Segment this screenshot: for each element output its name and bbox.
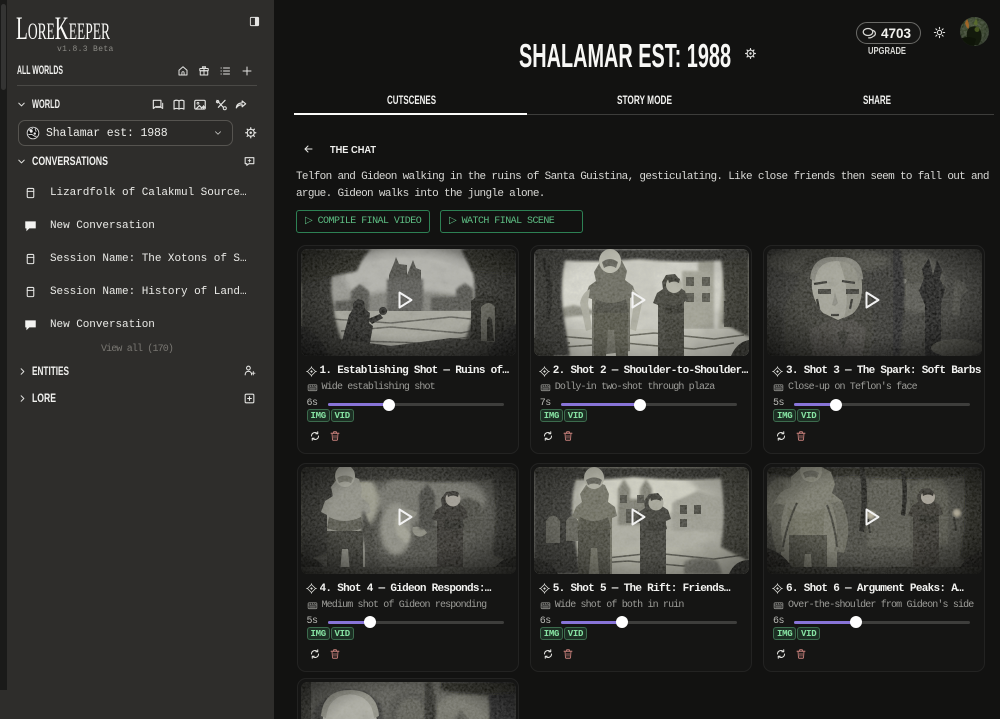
- svg-text:SHARE: SHARE: [863, 95, 891, 107]
- svg-text:SHALAMAR EST: 1988: SHALAMAR EST: 1988: [519, 37, 731, 74]
- svg-text:ENTITIES: ENTITIES: [32, 366, 69, 377]
- svg-text:LoreKeeper: LoreKeeper: [16, 13, 110, 45]
- svg-text:CONVERSATIONS: CONVERSATIONS: [32, 156, 108, 167]
- svg-text:CUTSCENES: CUTSCENES: [387, 95, 436, 107]
- svg-text:STORY MODE: STORY MODE: [617, 95, 672, 107]
- svg-text:THE CHAT: THE CHAT: [330, 144, 377, 156]
- svg-text:LORE: LORE: [32, 393, 56, 404]
- svg-text:ALL WORLDS: ALL WORLDS: [17, 65, 63, 76]
- svg-text:UPGRADE: UPGRADE: [868, 46, 906, 57]
- svg-text:WORLD: WORLD: [32, 99, 60, 110]
